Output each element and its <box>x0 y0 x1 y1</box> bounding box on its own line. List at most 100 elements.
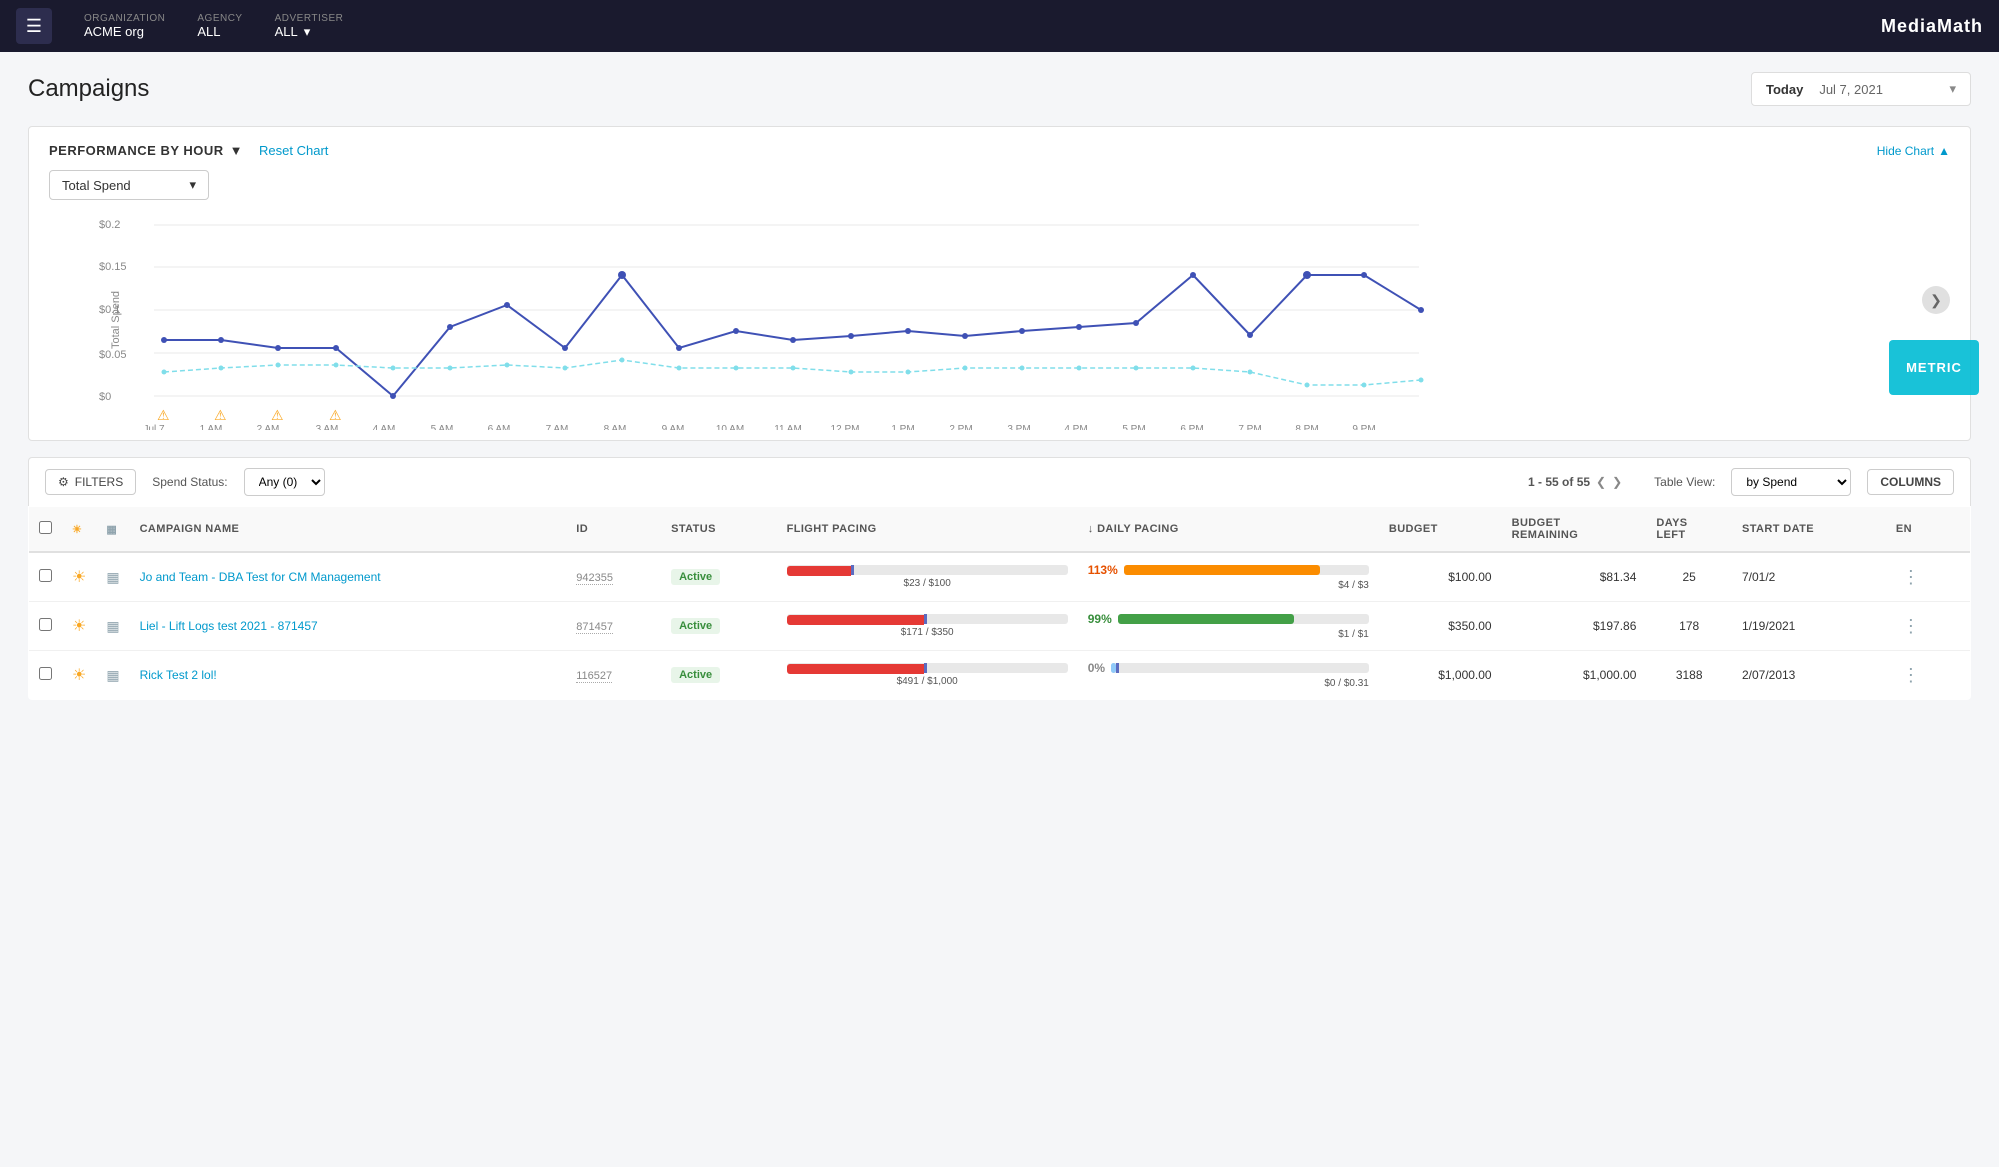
reset-chart-button[interactable]: Reset Chart <box>259 143 328 158</box>
campaign-id: 871457 <box>576 621 613 634</box>
days-left-cell: 25 <box>1646 552 1732 602</box>
svg-text:⚠: ⚠ <box>214 407 227 423</box>
days-left-cell: 178 <box>1646 602 1732 651</box>
th-daily-pacing[interactable]: ↓ DAILY PACING <box>1078 507 1379 553</box>
performance-chart: $0.2 $0.15 $0.1 $0.05 $0 Total Spend <box>99 210 1439 430</box>
campaign-name-link[interactable]: Liel - Lift Logs test 2021 - 871457 <box>140 619 318 633</box>
sun-icon: ☀ <box>72 667 86 684</box>
svg-text:2 AM: 2 AM <box>257 424 280 430</box>
campaign-id: 942355 <box>576 572 613 585</box>
columns-button[interactable]: COLUMNS <box>1867 469 1954 495</box>
svg-text:$0.2: $0.2 <box>99 219 120 231</box>
row-chart-icon-cell: ▦ <box>96 651 129 700</box>
chevron-up-icon: ▲ <box>1938 144 1950 158</box>
budget-cell: $100.00 <box>1379 552 1502 602</box>
spend-status-label: Spend Status: <box>152 475 227 489</box>
svg-text:4 AM: 4 AM <box>373 424 396 430</box>
metric-overlay-label: METRIC <box>1906 360 1962 375</box>
sun-icon: ☀ <box>72 618 86 635</box>
date-picker-button[interactable]: Today Jul 7, 2021 ▾ <box>1751 72 1971 106</box>
svg-text:12 PM: 12 PM <box>831 424 860 430</box>
table-view-select[interactable]: by Spend <box>1731 468 1851 496</box>
svg-text:5 PM: 5 PM <box>1122 424 1145 430</box>
table-header-row: ☀ ▦ CAMPAIGN NAME ID STATUS FLIGHT PACIN… <box>29 507 1971 553</box>
chart-line-series1 <box>164 275 1421 396</box>
pagination-info: 1 - 55 of 55 ❮ ❯ <box>1528 475 1622 489</box>
flight-pacing-cell: $171 / $350 <box>777 602 1078 651</box>
org-value: ACME org <box>84 24 165 39</box>
metric-dropdown-label: Total Spend <box>62 178 131 193</box>
th-days-left[interactable]: DAYSLEFT <box>1646 507 1732 553</box>
chart-container: $0.2 $0.15 $0.1 $0.05 $0 Total Spend <box>49 210 1950 430</box>
svg-text:4 PM: 4 PM <box>1064 424 1087 430</box>
svg-text:2 PM: 2 PM <box>949 424 972 430</box>
row-menu-button[interactable]: ⋮ <box>1896 565 1926 590</box>
days-left-cell: 3188 <box>1646 651 1732 700</box>
campaign-name-link[interactable]: Jo and Team - DBA Test for CM Management <box>140 570 381 584</box>
row-checkbox-cell <box>29 651 63 700</box>
pagination-prev-button[interactable]: ❮ <box>1596 475 1606 489</box>
row-menu-button[interactable]: ⋮ <box>1896 614 1926 639</box>
th-start-date[interactable]: START DATE <box>1732 507 1886 553</box>
budget-remaining-cell: $197.86 <box>1502 602 1647 651</box>
end-date-cell: ⋮ <box>1886 651 1971 700</box>
chart-scroll-right-button[interactable]: ❯ <box>1922 286 1950 314</box>
row-sun-icon-cell: ☀ <box>62 602 96 651</box>
bar-chart-icon[interactable]: ▦ <box>106 667 119 683</box>
filters-button[interactable]: ⚙ FILTERS <box>45 469 136 495</box>
th-status[interactable]: STATUS <box>661 507 776 553</box>
svg-text:6 AM: 6 AM <box>488 424 511 430</box>
sun-icon: ☀ <box>72 569 86 586</box>
campaign-name-cell: Liel - Lift Logs test 2021 - 871457 <box>130 602 567 651</box>
row-select-checkbox[interactable] <box>39 569 52 582</box>
th-flight-pacing[interactable]: FLIGHT PACING <box>777 507 1078 553</box>
advertiser-label: ADVERTISER <box>275 13 344 24</box>
metric-dropdown[interactable]: Total Spend ▾ <box>49 170 209 200</box>
row-sun-icon-cell: ☀ <box>62 552 96 602</box>
svg-text:⚠: ⚠ <box>271 407 284 423</box>
spend-status-select[interactable]: Any (0) <box>244 468 325 496</box>
hamburger-menu-button[interactable]: ☰ <box>16 8 52 44</box>
start-date-cell: 7/01/2 <box>1732 552 1886 602</box>
status-badge: Active <box>671 618 720 634</box>
chevron-down-icon: ▾ <box>304 24 311 40</box>
row-checkbox-cell <box>29 552 63 602</box>
row-select-checkbox[interactable] <box>39 667 52 680</box>
row-menu-button[interactable]: ⋮ <box>1896 663 1926 688</box>
th-budget-remaining[interactable]: BUDGETREMAINING <box>1502 507 1647 553</box>
campaign-status-cell: Active <box>661 602 776 651</box>
bar-chart-icon[interactable]: ▦ <box>106 569 119 585</box>
campaigns-table: ☀ ▦ CAMPAIGN NAME ID STATUS FLIGHT PACIN… <box>28 506 1971 700</box>
svg-text:⚠: ⚠ <box>157 407 170 423</box>
row-sun-icon-cell: ☀ <box>62 651 96 700</box>
svg-text:9 PM: 9 PM <box>1352 424 1375 430</box>
agency-group: AGENCY ALL <box>197 13 242 39</box>
status-badge: Active <box>671 569 720 585</box>
th-campaign-name[interactable]: CAMPAIGN NAME <box>130 507 567 553</box>
svg-text:Jul 7: Jul 7 <box>143 424 165 430</box>
advertiser-value[interactable]: ALL ▾ <box>275 24 344 40</box>
filters-label: FILTERS <box>75 475 123 489</box>
svg-text:9 AM: 9 AM <box>662 424 685 430</box>
campaign-id-cell: 942355 <box>566 552 661 602</box>
chart-top-bar: PERFORMANCE BY HOUR ▼ Reset Chart Hide C… <box>49 143 1950 158</box>
hide-chart-button[interactable]: Hide Chart ▲ <box>1877 144 1950 158</box>
agency-label: AGENCY <box>197 13 242 24</box>
page-title: Campaigns <box>28 75 149 103</box>
chevron-down-icon: ▼ <box>230 143 243 158</box>
campaign-name-link[interactable]: Rick Test 2 lol! <box>140 668 217 682</box>
svg-text:1 AM: 1 AM <box>200 424 223 430</box>
table-view-label: Table View: <box>1654 475 1715 489</box>
row-checkbox-cell <box>29 602 63 651</box>
svg-text:5 AM: 5 AM <box>431 424 454 430</box>
th-budget[interactable]: BUDGET <box>1379 507 1502 553</box>
status-badge: Active <box>671 667 720 683</box>
select-all-checkbox[interactable] <box>39 521 52 534</box>
pagination-count: 1 - 55 of 55 <box>1528 475 1590 489</box>
row-select-checkbox[interactable] <box>39 618 52 631</box>
bar-chart-icon[interactable]: ▦ <box>106 618 119 634</box>
row-chart-icon-cell: ▦ <box>96 552 129 602</box>
filters-bar: ⚙ FILTERS Spend Status: Any (0) 1 - 55 o… <box>28 457 1971 506</box>
pagination-next-button[interactable]: ❯ <box>1612 475 1622 489</box>
th-id[interactable]: ID <box>566 507 661 553</box>
